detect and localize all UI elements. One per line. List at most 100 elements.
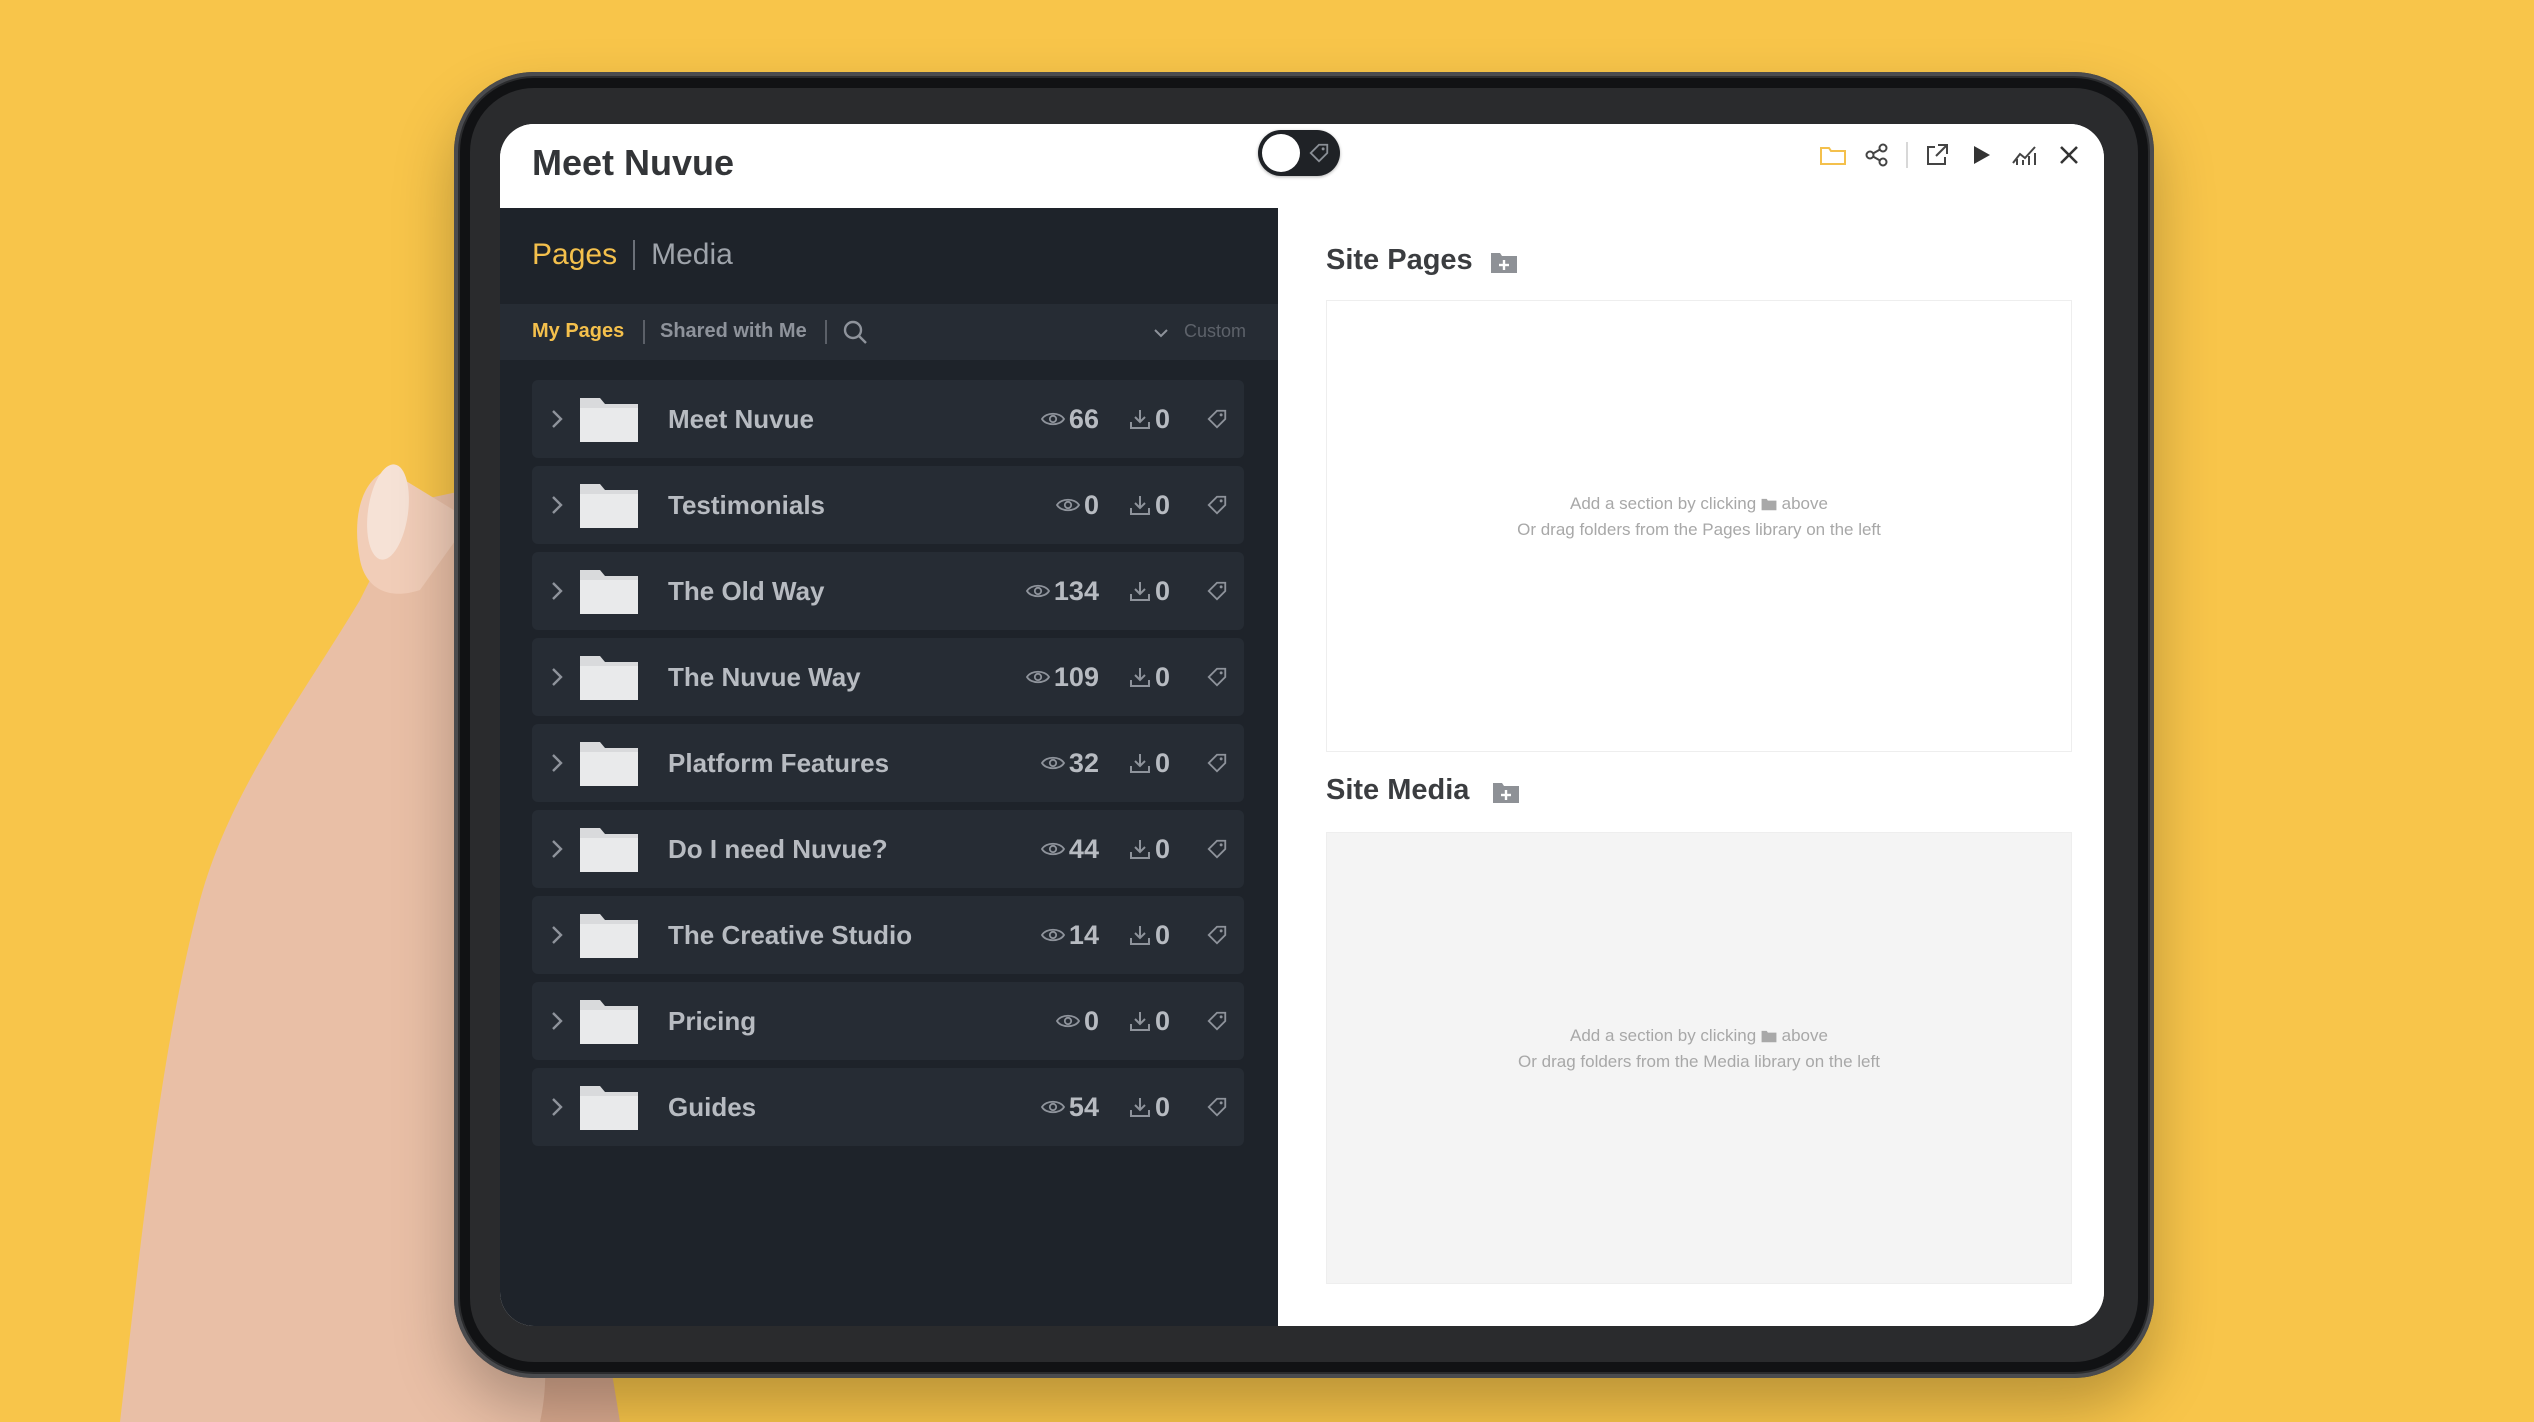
download-count: 0 <box>1154 489 1170 520</box>
view-count: 44 <box>1068 833 1099 864</box>
hint-text: Add a section by clicking <box>1570 1026 1757 1045</box>
add-folder-icon <box>1761 498 1777 511</box>
eye-icon <box>1040 1100 1065 1114</box>
hint-text: Add a section by clicking <box>1570 494 1757 513</box>
folder-icon <box>580 484 638 528</box>
eye-icon <box>1040 842 1065 856</box>
chevron-right-icon[interactable] <box>546 923 568 947</box>
folder-row[interactable]: Do I need Nuvue? 44 0 <box>532 810 1244 888</box>
hint-text: above <box>1781 494 1828 513</box>
eye-icon <box>1025 670 1050 684</box>
chevron-right-icon[interactable] <box>546 1095 568 1119</box>
page-title: Meet Nuvue <box>532 142 735 183</box>
folder-stats: 44 0 <box>1040 830 1228 868</box>
view-count: 54 <box>1068 1091 1099 1122</box>
site-pages-title: Site Pages <box>1326 244 1473 276</box>
view-count: 32 <box>1068 747 1099 778</box>
sort-select[interactable]: Custom <box>1184 321 1246 342</box>
eye-icon <box>1055 1014 1080 1028</box>
library-panel: Pages Media My Pages Shared with Me Cust… <box>500 208 1278 1326</box>
dropzone-hint: Add a section by clicking above Or drag … <box>1327 1023 2071 1075</box>
folder-icon <box>580 914 638 958</box>
folder-row[interactable]: The Nuvue Way 109 0 <box>532 638 1244 716</box>
play-button[interactable] <box>1966 140 1996 170</box>
download-count: 0 <box>1154 1005 1170 1036</box>
filter-my-pages[interactable]: My Pages <box>532 320 624 343</box>
filter-divider <box>825 320 827 344</box>
download-icon <box>1129 1012 1150 1031</box>
site-panel: Site Pages Add a section by clicking abo… <box>1278 208 2104 1326</box>
download-icon <box>1129 840 1150 859</box>
add-folder-icon[interactable] <box>1490 250 1518 274</box>
folder-button[interactable] <box>1818 140 1848 170</box>
tag-icon[interactable] <box>1206 1096 1228 1118</box>
site-media-title: Site Media <box>1326 774 1470 806</box>
tag-icon[interactable] <box>1206 408 1228 430</box>
download-count: 0 <box>1154 833 1170 864</box>
chevron-right-icon[interactable] <box>546 407 568 431</box>
tab-pages[interactable]: Pages <box>532 238 617 272</box>
filter-shared-with-me[interactable]: Shared with Me <box>660 320 807 343</box>
app-header: Meet Nuvue <box>500 124 2104 209</box>
share-icon <box>1865 143 1888 167</box>
folder-name: The Old Way <box>668 576 825 606</box>
chevron-right-icon[interactable] <box>546 579 568 603</box>
add-folder-icon[interactable] <box>1492 780 1520 804</box>
close-icon <box>2060 146 2078 164</box>
view-count: 14 <box>1068 919 1099 950</box>
tag-icon[interactable] <box>1206 1010 1228 1032</box>
view-count: 109 <box>1053 661 1099 692</box>
folder-name: Do I need Nuvue? <box>668 834 888 864</box>
tag-icon[interactable] <box>1206 838 1228 860</box>
folder-stats: 54 0 <box>1040 1088 1228 1126</box>
tag-icon[interactable] <box>1206 494 1228 516</box>
download-count: 0 <box>1154 403 1170 434</box>
chevron-right-icon[interactable] <box>546 493 568 517</box>
analytics-button[interactable] <box>2010 140 2040 170</box>
eye-icon <box>1055 498 1080 512</box>
download-icon <box>1129 1098 1150 1117</box>
folder-name: The Creative Studio <box>668 920 913 950</box>
folder-icon <box>580 656 638 700</box>
folder-row[interactable]: Platform Features 32 0 <box>532 724 1244 802</box>
folder-row[interactable]: Guides 54 0 <box>532 1068 1244 1146</box>
view-count: 0 <box>1083 489 1099 520</box>
share-button[interactable] <box>1862 140 1892 170</box>
tag-icon[interactable] <box>1206 580 1228 602</box>
folder-stats: 109 0 <box>1025 658 1228 696</box>
chevron-right-icon[interactable] <box>546 1009 568 1033</box>
download-icon <box>1129 668 1150 687</box>
download-count: 0 <box>1154 661 1170 692</box>
tag-icon[interactable] <box>1206 666 1228 688</box>
folder-name: Platform Features <box>668 748 890 778</box>
tab-media[interactable]: Media <box>651 238 733 272</box>
view-toggle[interactable] <box>1258 130 1340 176</box>
folder-icon <box>580 570 638 614</box>
tag-icon[interactable] <box>1206 924 1228 946</box>
folder-name: Guides <box>668 1092 757 1122</box>
chevron-down-icon[interactable] <box>1152 324 1170 342</box>
site-pages-dropzone[interactable]: Add a section by clicking above Or drag … <box>1326 300 2072 752</box>
chevron-right-icon[interactable] <box>546 837 568 861</box>
open-external-button[interactable] <box>1922 140 1952 170</box>
download-count: 0 <box>1154 747 1170 778</box>
chevron-right-icon[interactable] <box>546 751 568 775</box>
view-count: 0 <box>1083 1005 1099 1036</box>
folder-row[interactable]: The Old Way 134 0 <box>532 552 1244 630</box>
eye-icon <box>1040 756 1065 770</box>
folder-stats: 66 0 <box>1040 400 1228 438</box>
view-count: 66 <box>1068 403 1099 434</box>
tag-icon[interactable] <box>1206 752 1228 774</box>
chevron-right-icon[interactable] <box>546 665 568 689</box>
folder-row[interactable]: Meet Nuvue 66 0 <box>532 380 1244 458</box>
external-link-icon <box>1927 144 1948 165</box>
folder-list: Meet Nuvue 66 0 Testimonials 0 0 The Old… <box>532 380 1244 1154</box>
folder-row[interactable]: Pricing 0 0 <box>532 982 1244 1060</box>
search-icon[interactable] <box>841 318 869 346</box>
folder-row[interactable]: Testimonials 0 0 <box>532 466 1244 544</box>
site-media-dropzone[interactable]: Add a section by clicking above Or drag … <box>1326 832 2072 1284</box>
close-button[interactable] <box>2054 140 2084 170</box>
folder-icon <box>580 1000 638 1044</box>
folder-row[interactable]: The Creative Studio 14 0 <box>532 896 1244 974</box>
hint-text: above <box>1781 1026 1828 1045</box>
